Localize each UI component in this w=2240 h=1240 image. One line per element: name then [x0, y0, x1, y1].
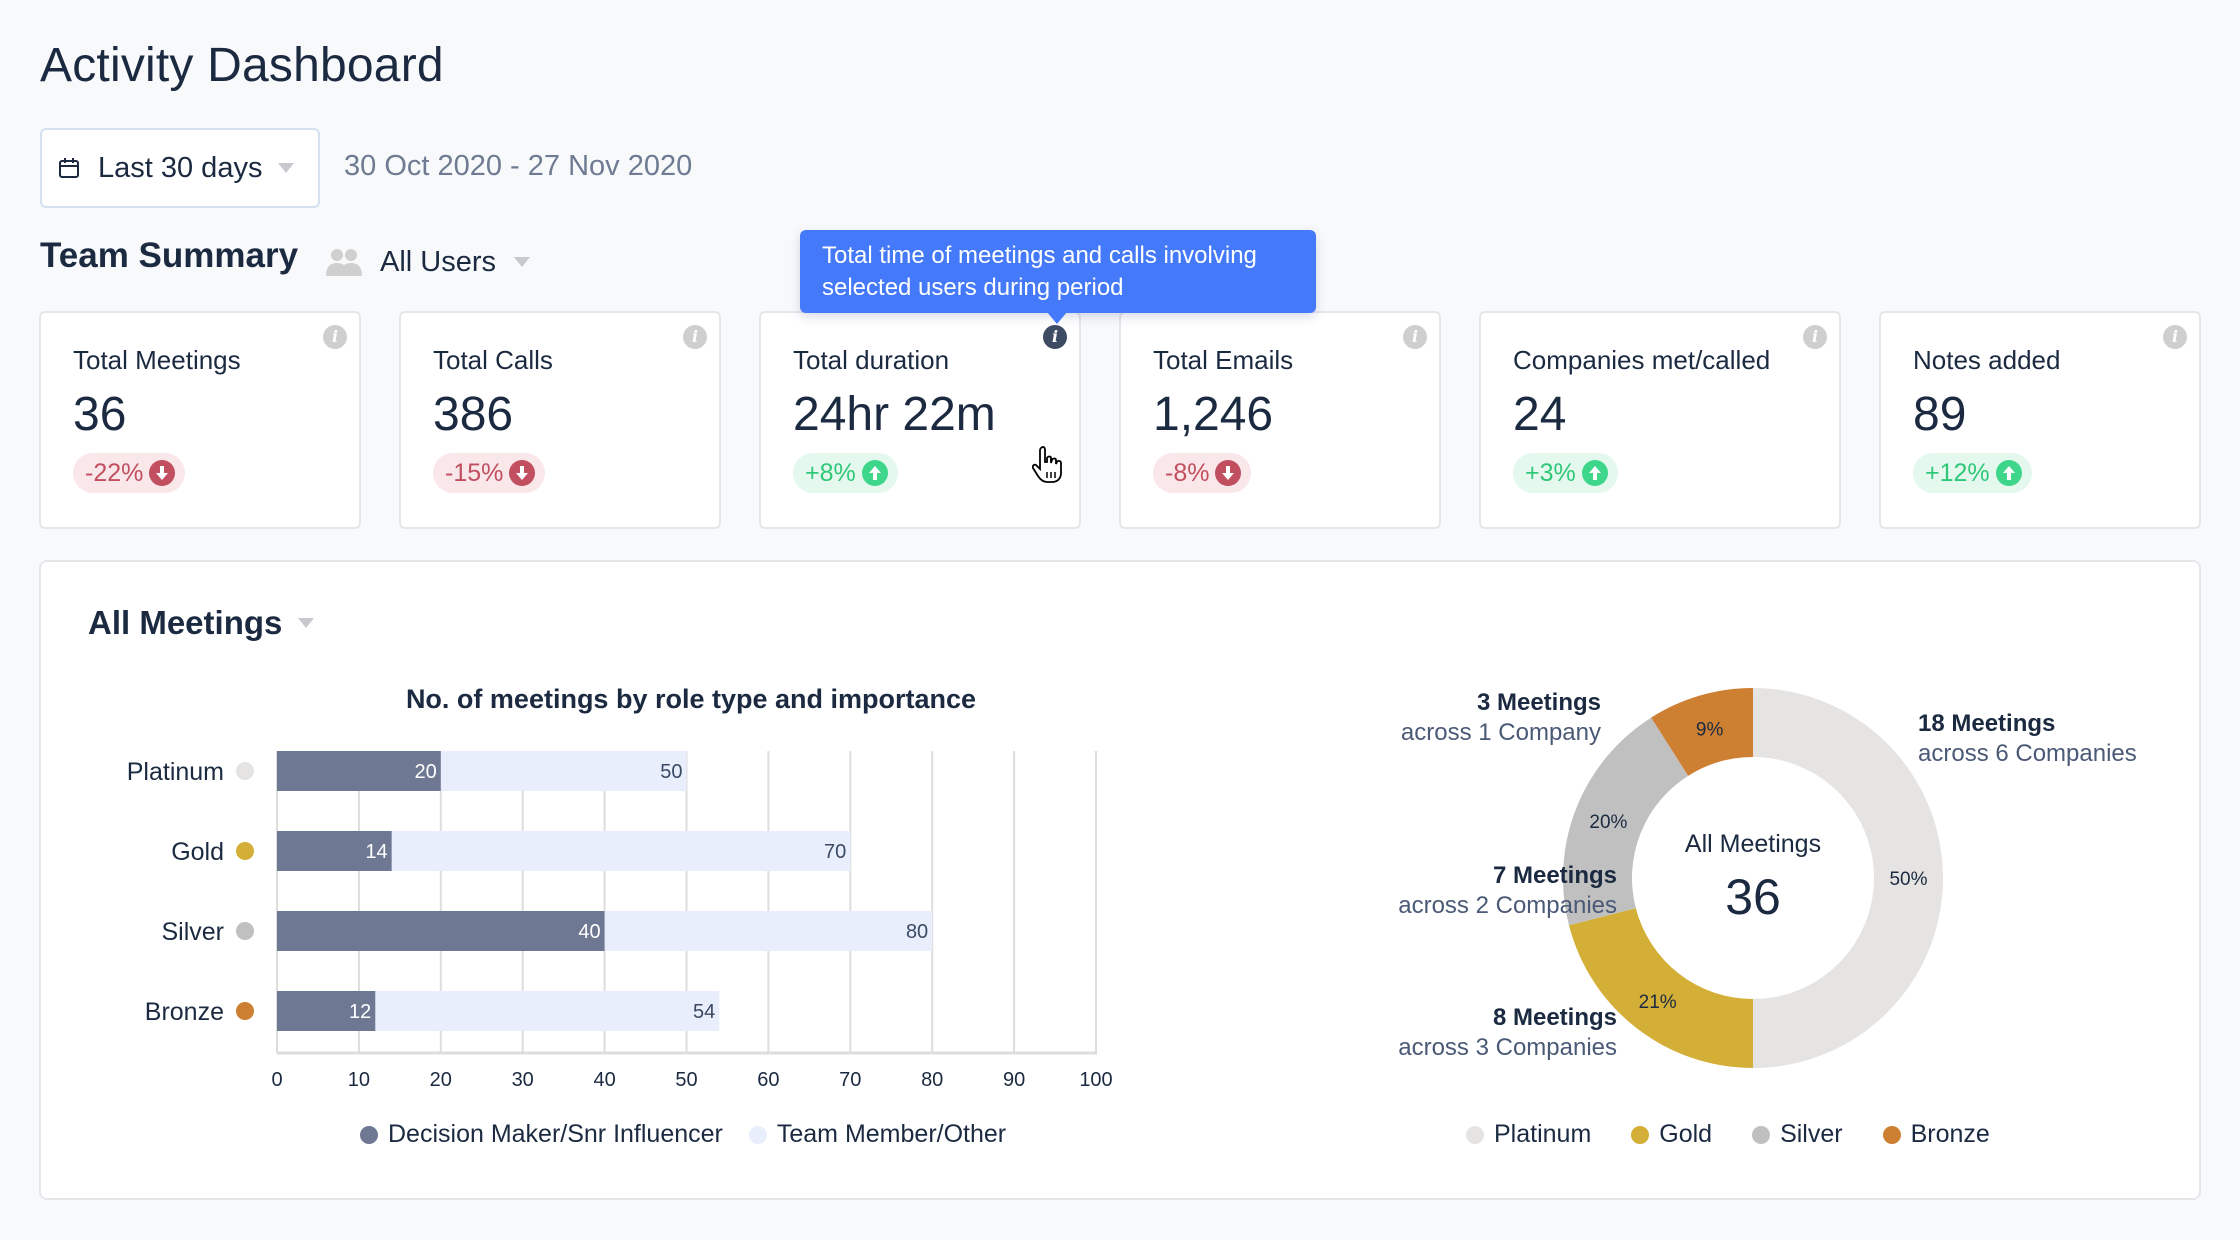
- callout-platinum: 18 Meetings across 6 Companies: [1918, 709, 2137, 769]
- legend-item-bronze[interactable]: Bronze: [1882, 1120, 1990, 1149]
- legend-label: Silver: [1780, 1120, 1843, 1148]
- donut-chart-legend: Platinum Gold Silver Bronze: [1466, 1120, 2030, 1149]
- callout-meetings: 3 Meetings: [1476, 689, 1601, 716]
- donut-center-value: 36: [1725, 869, 1781, 925]
- legend-label: Gold: [1659, 1120, 1713, 1148]
- legend-label: Platinum: [1494, 1120, 1592, 1148]
- callout-silver: 7 Meetings across 2 Companies: [1398, 861, 1617, 921]
- tooltip-arrow: [1047, 312, 1067, 324]
- callout-companies: across 1 Company: [1400, 719, 1601, 746]
- callout-companies: across 6 Companies: [1918, 740, 2137, 767]
- hand-cursor-icon: [1032, 446, 1062, 483]
- legend-swatch: [1752, 1125, 1771, 1144]
- legend-item-gold[interactable]: Gold: [1631, 1120, 1712, 1149]
- callout-meetings: 7 Meetings: [1492, 862, 1617, 889]
- legend-swatch: [1631, 1125, 1650, 1144]
- legend-item-platinum[interactable]: Platinum: [1466, 1120, 1591, 1149]
- donut-center-label: All Meetings: [1684, 830, 1822, 858]
- callout-meetings: 8 Meetings: [1492, 1004, 1617, 1031]
- legend-item-silver[interactable]: Silver: [1752, 1120, 1843, 1149]
- legend-label: Bronze: [1910, 1120, 1990, 1148]
- callout-gold: 8 Meetings across 3 Companies: [1398, 1003, 1617, 1063]
- legend-swatch: [1466, 1125, 1484, 1144]
- callout-companies: across 2 Companies: [1398, 892, 1617, 919]
- slice-percent-label: 9%: [1696, 720, 1724, 741]
- callout-companies: across 3 Companies: [1398, 1034, 1617, 1061]
- slice-percent-label: 50%: [1889, 869, 1927, 890]
- callout-bronze: 3 Meetings across 1 Company: [1401, 688, 1601, 748]
- legend-swatch: [1882, 1125, 1901, 1144]
- donut-chart: 50% 21% 20% 9%: [1563, 688, 1943, 1068]
- slice-percent-label: 20%: [1589, 812, 1627, 833]
- info-tooltip: Total time of meetings and calls involvi…: [800, 230, 1316, 313]
- slice-percent-label: 21%: [1639, 992, 1677, 1013]
- callout-meetings: 18 Meetings: [1918, 710, 2056, 737]
